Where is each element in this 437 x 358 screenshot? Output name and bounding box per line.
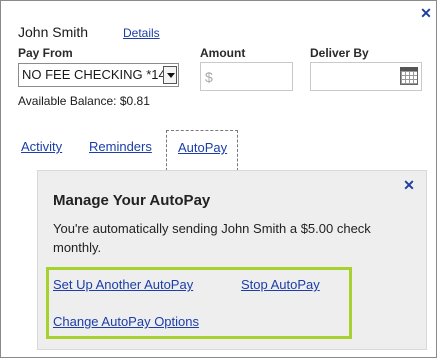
amount-prefix: $ bbox=[205, 69, 213, 85]
tab-reminders[interactable]: Reminders bbox=[89, 139, 152, 154]
autopay-panel: ✕ Manage Your AutoPay You're automatical… bbox=[37, 170, 427, 350]
details-link[interactable]: Details bbox=[123, 26, 160, 40]
pay-from-select[interactable]: NO FEE CHECKING *14 bbox=[18, 63, 179, 87]
amount-label: Amount bbox=[200, 46, 246, 60]
setup-another-autopay-link[interactable]: Set Up Another AutoPay bbox=[53, 277, 193, 292]
pay-from-value: NO FEE CHECKING *14 bbox=[22, 67, 166, 82]
close-icon[interactable]: ✕ bbox=[420, 6, 432, 20]
tab-autopay-label: AutoPay bbox=[178, 140, 228, 155]
payee-card: ✕ John Smith Details Pay From Amount Del… bbox=[0, 0, 437, 358]
deliver-by-field[interactable] bbox=[310, 62, 422, 91]
calendar-icon[interactable] bbox=[400, 67, 418, 85]
close-icon[interactable]: ✕ bbox=[403, 178, 415, 192]
pay-from-label: Pay From bbox=[18, 46, 73, 60]
autopay-message: You're automatically sending John Smith … bbox=[53, 221, 371, 255]
chevron-down-icon[interactable] bbox=[163, 66, 177, 84]
payee-name: John Smith bbox=[18, 24, 89, 40]
tab-autopay[interactable]: AutoPay bbox=[166, 130, 238, 171]
change-autopay-options-link[interactable]: Change AutoPay Options bbox=[53, 314, 199, 329]
panel-title: Manage Your AutoPay bbox=[53, 192, 211, 209]
deliver-by-label: Deliver By bbox=[310, 46, 369, 60]
stop-autopay-link[interactable]: Stop AutoPay bbox=[241, 277, 320, 292]
available-balance: Available Balance: $0.81 bbox=[18, 94, 150, 108]
amount-field[interactable]: $ bbox=[200, 62, 293, 91]
tab-activity[interactable]: Activity bbox=[21, 139, 62, 154]
